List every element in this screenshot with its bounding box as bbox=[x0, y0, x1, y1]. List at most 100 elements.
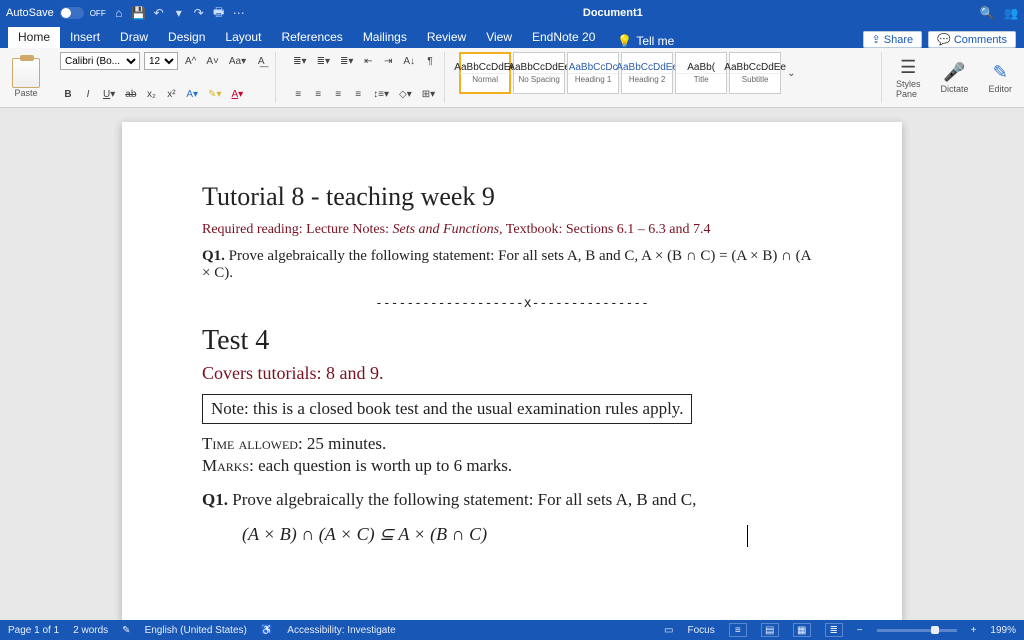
page[interactable]: Tutorial 8 - teaching week 9 Required re… bbox=[122, 122, 902, 620]
share-icon: ⇪ bbox=[872, 33, 881, 46]
view-outline-icon[interactable]: ≣ bbox=[825, 623, 843, 637]
text-cursor bbox=[747, 525, 748, 547]
style-heading-1[interactable]: AaBbCcDcHeading 1 bbox=[567, 52, 619, 94]
status-words[interactable]: 2 words bbox=[73, 625, 108, 636]
status-language[interactable]: English (United States) bbox=[145, 625, 247, 636]
boxed-note: Note: this is a closed book test and the… bbox=[202, 394, 692, 424]
dictate-button[interactable]: 🎤 Dictate bbox=[934, 52, 974, 103]
strike-button[interactable]: ab bbox=[122, 85, 139, 103]
multilevel-button[interactable]: ≣▾ bbox=[337, 52, 356, 70]
autosave-state: OFF bbox=[90, 9, 106, 18]
style-heading-2[interactable]: AaBbCcDdEeHeading 2 bbox=[621, 52, 673, 94]
status-accessibility[interactable]: Accessibility: Investigate bbox=[287, 625, 395, 636]
tab-review[interactable]: Review bbox=[417, 27, 476, 48]
paste-label: Paste bbox=[14, 88, 37, 98]
ribbon-tabs: Home Insert Draw Design Layout Reference… bbox=[0, 26, 1024, 48]
indent-increase-button[interactable]: ⇥ bbox=[380, 52, 396, 70]
shading-button[interactable]: ◇▾ bbox=[396, 85, 415, 103]
show-marks-button[interactable]: ¶ bbox=[422, 52, 438, 70]
view-read-icon[interactable]: ≡ bbox=[729, 623, 747, 637]
bold-button[interactable]: B bbox=[60, 85, 76, 103]
chevron-down-icon[interactable]: ▾ bbox=[172, 6, 186, 20]
bulb-icon: 💡 bbox=[617, 34, 632, 48]
more-icon[interactable]: ⋯ bbox=[232, 6, 246, 20]
tab-draw[interactable]: Draw bbox=[110, 27, 158, 48]
borders-button[interactable]: ⊞▾ bbox=[419, 85, 438, 103]
status-page[interactable]: Page 1 of 1 bbox=[8, 625, 59, 636]
tab-design[interactable]: Design bbox=[158, 27, 215, 48]
tab-mailings[interactable]: Mailings bbox=[353, 27, 417, 48]
document-area[interactable]: Tutorial 8 - teaching week 9 Required re… bbox=[0, 108, 1024, 620]
grow-font-button[interactable]: A^ bbox=[182, 52, 199, 70]
underline-button[interactable]: U▾ bbox=[100, 85, 118, 103]
zoom-slider[interactable] bbox=[877, 629, 957, 632]
text-effects-button[interactable]: A▾ bbox=[183, 85, 201, 103]
clear-format-button[interactable]: A͟ bbox=[253, 52, 269, 70]
superscript-button[interactable]: x² bbox=[163, 85, 179, 103]
sync-icon[interactable]: 👥 bbox=[1004, 6, 1018, 20]
tab-layout[interactable]: Layout bbox=[215, 27, 271, 48]
tab-references[interactable]: References bbox=[271, 27, 352, 48]
styles-gallery[interactable]: AaBbCcDdEeNormalAaBbCcDdEeNo SpacingAaBb… bbox=[459, 52, 875, 94]
paragraph-group: ≣▾ ≣▾ ≣▾ ⇤ ⇥ A↓ ¶ ≡ ≡ ≡ ≡ ↕≡▾ ◇▾ ⊞▾ bbox=[284, 52, 445, 103]
italic-button[interactable]: I bbox=[80, 85, 96, 103]
autosave-toggle[interactable] bbox=[60, 7, 84, 19]
undo-icon[interactable]: ↶ bbox=[152, 6, 166, 20]
style-no-spacing[interactable]: AaBbCcDdEeNo Spacing bbox=[513, 52, 565, 94]
focus-icon[interactable]: ▭ bbox=[664, 625, 673, 636]
style-subtitle[interactable]: AaBbCcDdEeSubtitle bbox=[729, 52, 781, 94]
save-icon[interactable]: 💾 bbox=[132, 6, 146, 20]
view-web-icon[interactable]: ▦ bbox=[793, 623, 811, 637]
view-print-icon[interactable]: ▤ bbox=[761, 623, 779, 637]
test-q1: Q1. Prove algebraically the following st… bbox=[202, 490, 822, 510]
change-case-button[interactable]: Aa▾ bbox=[226, 52, 249, 70]
align-left-button[interactable]: ≡ bbox=[290, 85, 306, 103]
indent-decrease-button[interactable]: ⇤ bbox=[360, 52, 376, 70]
paste-group[interactable]: Paste bbox=[6, 52, 46, 103]
tell-me[interactable]: 💡Tell me bbox=[617, 34, 674, 48]
bullets-button[interactable]: ≣▾ bbox=[290, 52, 309, 70]
tab-view[interactable]: View bbox=[476, 27, 522, 48]
line-spacing-button[interactable]: ↕≡▾ bbox=[370, 85, 392, 103]
highlight-button[interactable]: ✎▾ bbox=[205, 85, 224, 103]
autosave-label: AutoSave bbox=[6, 7, 54, 19]
required-reading: Required reading: Lecture Notes: Sets an… bbox=[202, 222, 822, 238]
align-right-button[interactable]: ≡ bbox=[330, 85, 346, 103]
tab-insert[interactable]: Insert bbox=[60, 27, 110, 48]
sort-button[interactable]: A↓ bbox=[400, 52, 418, 70]
subscript-button[interactable]: x₂ bbox=[143, 85, 159, 103]
heading-tutorial: Tutorial 8 - teaching week 9 bbox=[202, 182, 822, 212]
mic-icon: 🎤 bbox=[943, 62, 965, 84]
font-size-select[interactable]: 12 bbox=[144, 52, 178, 70]
home-icon[interactable]: ⌂ bbox=[112, 6, 126, 20]
style-normal[interactable]: AaBbCcDdEeNormal bbox=[459, 52, 511, 94]
styles-pane-button[interactable]: ☰ Styles Pane bbox=[890, 52, 927, 103]
shrink-font-button[interactable]: A˅ bbox=[203, 52, 222, 70]
zoom-value[interactable]: 199% bbox=[990, 625, 1016, 636]
numbering-button[interactable]: ≣▾ bbox=[314, 52, 333, 70]
tab-endnote[interactable]: EndNote 20 bbox=[522, 27, 605, 48]
print-icon[interactable]: 🖶 bbox=[212, 6, 226, 20]
accessibility-icon: ♿ bbox=[261, 625, 273, 636]
redo-icon[interactable]: ↷ bbox=[192, 6, 206, 20]
justify-button[interactable]: ≡ bbox=[350, 85, 366, 103]
align-center-button[interactable]: ≡ bbox=[310, 85, 326, 103]
marks-line: Marks: each question is worth up to 6 ma… bbox=[202, 456, 822, 476]
share-button[interactable]: ⇪Share bbox=[863, 31, 923, 48]
spellcheck-icon[interactable]: ✎ bbox=[122, 625, 130, 636]
tab-home[interactable]: Home bbox=[8, 27, 60, 48]
section-divider: -------------------x--------------- bbox=[202, 296, 822, 311]
font-color-button[interactable]: A▾ bbox=[229, 85, 247, 103]
editor-icon: ✎ bbox=[989, 62, 1011, 84]
status-focus[interactable]: Focus bbox=[688, 625, 715, 636]
search-icon[interactable]: 🔍 bbox=[980, 6, 994, 20]
ribbon: Paste Calibri (Bo... 12 A^ A˅ Aa▾ A͟ B I… bbox=[0, 48, 1024, 108]
zoom-out-button[interactable]: − bbox=[857, 625, 863, 636]
editor-button[interactable]: ✎ Editor bbox=[982, 52, 1018, 103]
style-title[interactable]: AaBb(Title bbox=[675, 52, 727, 94]
styles-more-button[interactable]: ⌄ bbox=[783, 68, 799, 79]
zoom-in-button[interactable]: + bbox=[971, 625, 977, 636]
status-bar: Page 1 of 1 2 words ✎ English (United St… bbox=[0, 620, 1024, 640]
comments-button[interactable]: 💬Comments bbox=[928, 31, 1016, 48]
font-name-select[interactable]: Calibri (Bo... bbox=[60, 52, 140, 70]
